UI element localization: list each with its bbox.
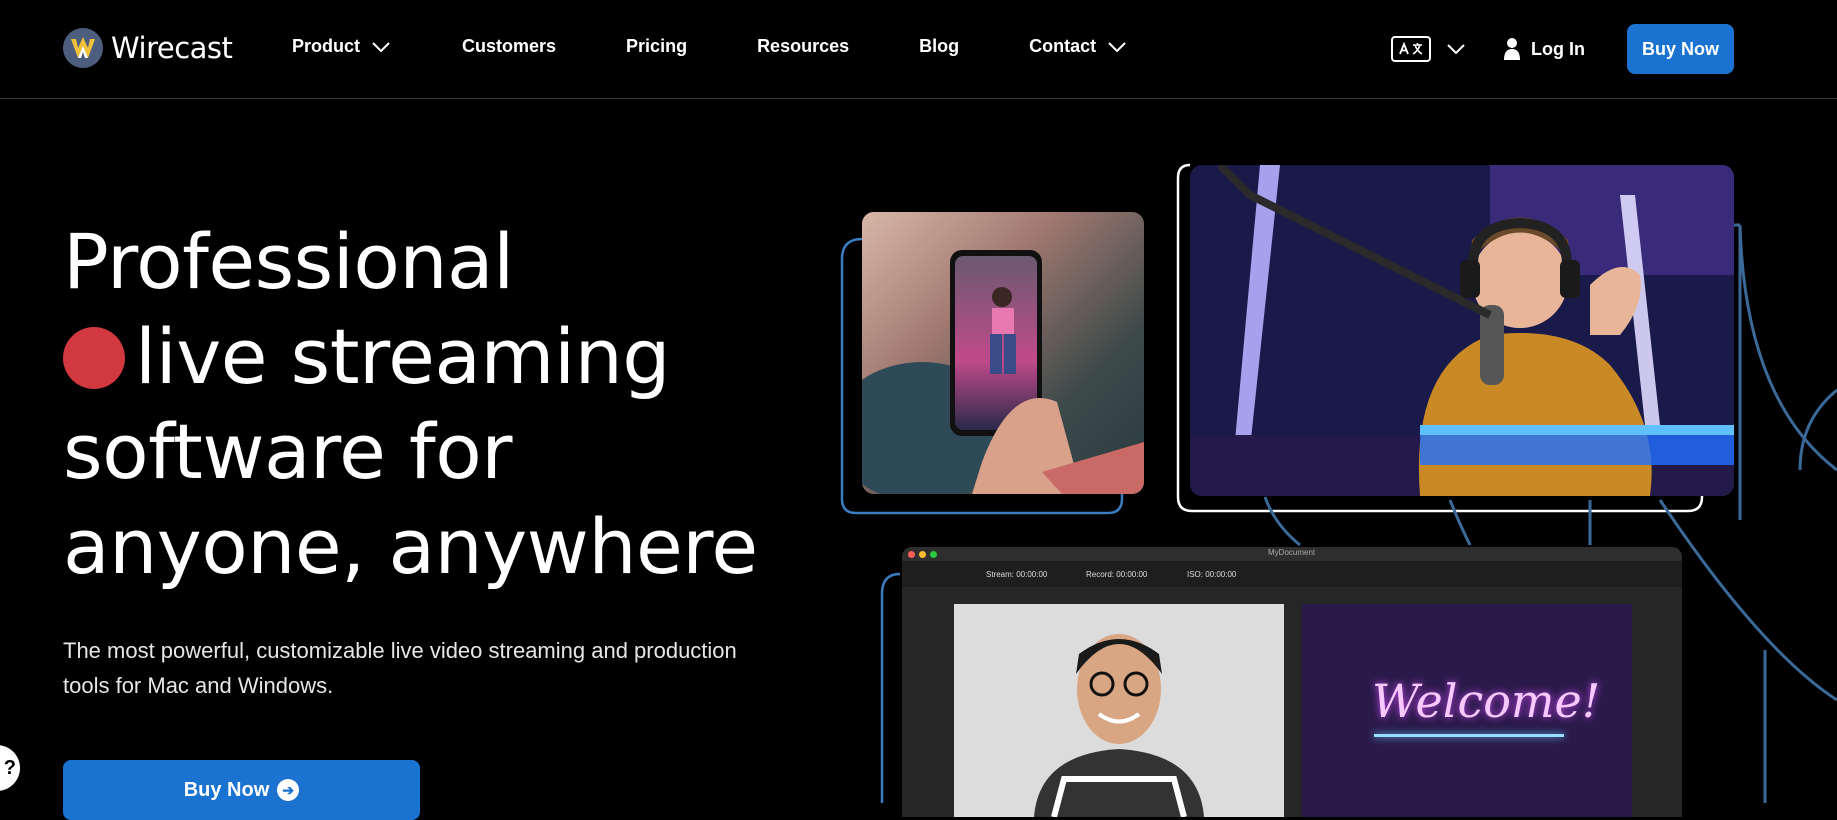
hero-headline: Professional live streaming software for…: [63, 214, 783, 594]
streamer-photo: [1190, 165, 1734, 496]
zoom-dot-icon: [930, 551, 937, 558]
program-pane: Welcome!: [1302, 604, 1632, 817]
wirecast-app-screenshot: MyDocument Stream: 00:00:00 Record: 00:0…: [902, 547, 1682, 817]
hero-buy-label: Buy Now: [183, 778, 270, 801]
app-window-title: MyDocument: [1268, 548, 1316, 557]
app-titlebar: MyDocument: [902, 547, 1682, 561]
neon-underline: [1374, 734, 1564, 737]
preview-pane: [954, 604, 1284, 817]
phone-streaming-photo: [862, 212, 1144, 494]
close-dot-icon: [908, 551, 915, 558]
hero-line-1: Professional: [63, 217, 514, 306]
record-timer: Record: 00:00:00: [1086, 570, 1148, 579]
app-toolbar: Stream: 00:00:00 Record: 00:00:00 ISO: 0…: [902, 561, 1682, 587]
stream-timer: Stream: 00:00:00: [986, 570, 1048, 579]
hero-line-2: live streaming: [135, 312, 670, 401]
iso-timer: ISO: 00:00:00: [1187, 570, 1237, 579]
live-indicator-dot: [63, 327, 125, 389]
hero-subtitle: The most powerful, customizable live vid…: [63, 638, 737, 698]
hero-line-4: anyone, anywhere: [63, 502, 758, 591]
hero-buy-now-button[interactable]: Buy Now ➔: [63, 760, 420, 820]
question-icon: ?: [3, 756, 16, 779]
hero-line-3: software for: [63, 407, 513, 496]
welcome-sign: Welcome!: [1372, 674, 1601, 728]
minimize-dot-icon: [919, 551, 926, 558]
arrow-right-icon: ➔: [277, 779, 300, 801]
